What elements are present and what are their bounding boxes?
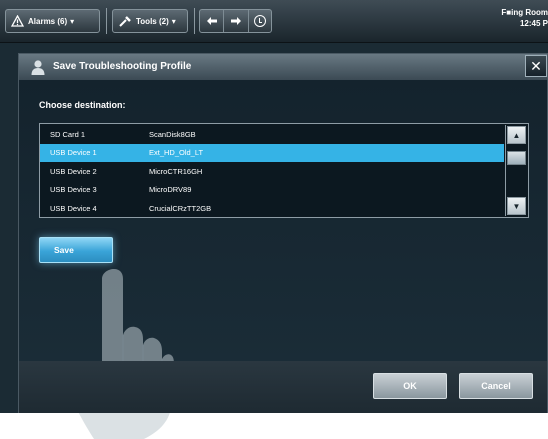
navigation-group [199, 9, 272, 33]
dialog-titlebar: Save Troubleshooting Profile ✕ [19, 54, 547, 80]
dialog-title: Save Troubleshooting Profile [53, 61, 192, 72]
forward-button[interactable] [223, 10, 247, 32]
scroll-up-icon: ▲ [512, 130, 521, 140]
scroll-up-button[interactable]: ▲ [507, 126, 526, 144]
warning-triangle-icon [6, 10, 28, 32]
ok-button[interactable]: OK [373, 373, 447, 399]
user-icon [31, 60, 45, 75]
device-label: MicroCTR16GH [149, 166, 203, 176]
choose-destination-label: Choose destination: [39, 100, 126, 110]
arrow-left-icon [206, 17, 217, 25]
device-label: Ext_HD_Old_LT [149, 148, 204, 158]
alarms-label: Alarms (6) [28, 16, 68, 26]
app-screen: Alarms (6) ▾ Tools (2) ▾ F■ing Room 12:4… [0, 0, 548, 439]
list-item[interactable]: USB Device 3 MicroDRV89 [40, 181, 504, 200]
toolbar-divider [106, 8, 107, 34]
list-item[interactable]: SD Card 1 ScanDisk8GB [40, 125, 504, 144]
back-button[interactable] [200, 10, 223, 32]
room-status: F■ing Room 12:45 P [501, 7, 548, 29]
save-button[interactable]: Save [39, 237, 113, 263]
device-name: SD Card 1 [50, 129, 86, 139]
dialog-body: Choose destination: SD Card 1 ScanDisk8GB… [19, 80, 547, 439]
close-icon: ✕ [530, 57, 542, 74]
tools-label: Tools (2) [136, 16, 169, 26]
device-label: MicroDRV89 [149, 185, 192, 195]
list-item[interactable]: USB Device 1 Ext_HD_Old_LT [40, 143, 504, 162]
device-name: USB Device 4 [50, 203, 97, 213]
device-name: USB Device 2 [50, 166, 97, 176]
close-button[interactable]: ✕ [525, 55, 547, 77]
scroll-thumb[interactable] [507, 151, 526, 165]
scroll-down-button[interactable]: ▼ [507, 197, 526, 215]
destination-list: SD Card 1 ScanDisk8GB USB Device 1 Ext_HD_O… [39, 123, 529, 218]
alarms-button[interactable]: Alarms (6) ▾ [5, 9, 100, 33]
device-label: ScanDisk8GB [149, 129, 196, 139]
device-name: USB Device 1 [50, 148, 97, 158]
arrow-right-icon [230, 17, 241, 25]
scroll-down-icon: ▼ [512, 201, 521, 211]
list-scrollbar[interactable]: ▲ ▼ [505, 125, 527, 216]
save-profile-dialog: Save Troubleshooting Profile ✕ Choose de… [18, 53, 548, 439]
device-name: USB Device 3 [50, 185, 97, 195]
toolbar-divider [194, 8, 195, 34]
chevron-down-icon: ▾ [171, 16, 176, 26]
clock-button[interactable] [247, 10, 271, 32]
room-name: F■ing Room [501, 8, 548, 17]
tools-button[interactable]: Tools (2) ▾ [112, 9, 188, 33]
device-label: CrucialCRzTT2GB [149, 203, 212, 213]
clock-icon [253, 15, 266, 27]
dialog-footer: OK Cancel [19, 361, 547, 413]
chevron-down-icon: ▾ [70, 16, 75, 26]
destination-rows: SD Card 1 ScanDisk8GB USB Device 1 Ext_HD_O… [40, 125, 504, 218]
cancel-button[interactable]: Cancel [459, 373, 533, 399]
top-toolbar: Alarms (6) ▾ Tools (2) ▾ F■ing Room 12:4… [0, 0, 548, 43]
clock-time: 12:45 P [519, 19, 548, 28]
list-item[interactable]: USB Device 4 CrucialCRzTT2GB [40, 199, 504, 218]
wrench-icon [113, 10, 136, 32]
list-item[interactable]: USB Device 2 MicroCTR16GH [40, 162, 504, 181]
